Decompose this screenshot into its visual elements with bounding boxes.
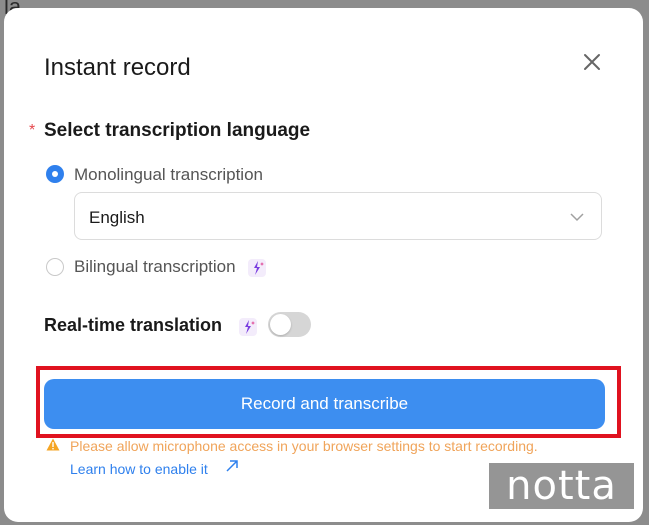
ai-sparkle-icon: [248, 259, 266, 277]
realtime-translation-toggle[interactable]: [268, 312, 311, 337]
chevron-down-icon: [570, 213, 584, 222]
transcription-language-label: Select transcription language: [44, 120, 311, 141]
monolingual-label[interactable]: Monolingual transcription: [74, 165, 263, 185]
ai-sparkle-icon: [239, 318, 257, 336]
notta-watermark-logo: notta: [489, 463, 634, 509]
instant-record-dialog: Instant record * Select transcription la…: [4, 8, 643, 522]
language-select-value: English: [89, 208, 145, 227]
language-select[interactable]: English: [74, 192, 602, 240]
microphone-warning: Please allow microphone access in your b…: [70, 438, 538, 454]
record-and-transcribe-button[interactable]: Record and transcribe: [44, 379, 605, 429]
bilingual-radio[interactable]: [46, 258, 64, 276]
required-marker: *: [29, 122, 36, 139]
monolingual-radio[interactable]: [46, 165, 64, 183]
dialog-title: Instant record: [44, 54, 191, 81]
realtime-translation-label: Real-time translation: [44, 315, 223, 335]
external-link-arrow-icon[interactable]: [225, 459, 239, 473]
bilingual-label[interactable]: Bilingual transcription: [74, 257, 236, 277]
learn-how-link[interactable]: Learn how to enable it: [70, 461, 208, 477]
toggle-knob: [270, 314, 291, 335]
close-icon: [584, 54, 600, 70]
warning-icon: [46, 438, 60, 451]
close-button[interactable]: [580, 50, 604, 74]
